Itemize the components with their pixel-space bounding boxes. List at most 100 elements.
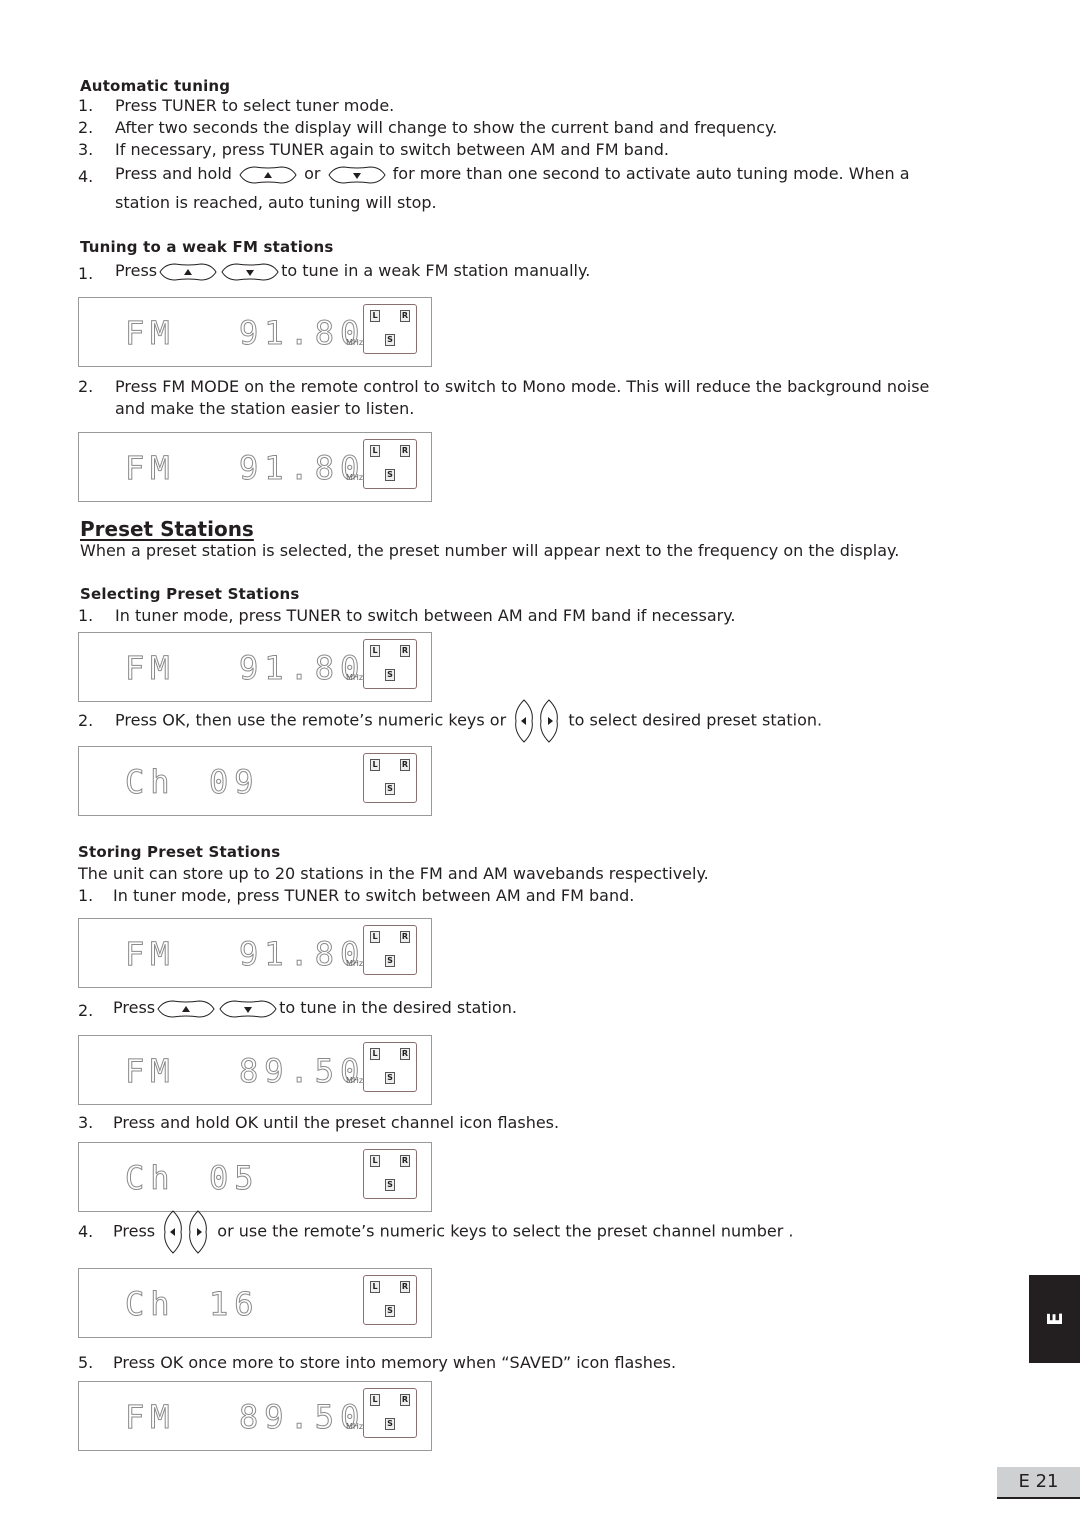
step-number: 3. [78,140,94,159]
step-text: In tuner mode, press TUNER to switch bet… [113,886,635,905]
step-text-post: to tune in a weak FM station manually. [281,261,591,280]
step-number: 3. [78,1113,94,1132]
lcd-display: Ch 05 L RS [78,1142,432,1212]
stereo-indicator-icon: S [385,469,395,481]
stereo-indicator-icon: S [385,1305,395,1317]
lcd-band: FM [125,1398,176,1437]
left-indicator-icon: L [370,310,380,322]
step-text-post: to select desired preset station. [568,710,823,730]
step-text: Press and hold OK until the preset chann… [113,1113,560,1132]
lcd-display: FM 91.80 MHz LRS [78,918,432,988]
language-tab: E [1029,1275,1080,1363]
stereo-indicator: L RS [363,639,417,689]
up-button-icon [157,262,219,282]
stereo-indicator-icon: S [385,1418,395,1430]
lcd-display: FM 91.80 MHz LRS [78,297,432,367]
step-text: Press FM MODE on the remote control to s… [115,377,930,396]
step-text-pre: Press [115,261,158,280]
lcd-band: FM [125,1052,176,1091]
lcd-display: FM 89.50 MHz LRS [78,1381,432,1451]
stereo-indicator: L RS [363,1149,417,1199]
right-indicator-icon: R [400,445,410,457]
stereo-indicator-icon: S [385,669,395,681]
step-number: 5. [78,1353,94,1372]
right-indicator-icon: R [400,1155,410,1167]
lcd-band: FM [125,314,176,353]
page-number: E 21 [997,1467,1080,1499]
right-indicator-icon: R [400,931,410,943]
selecting-preset-heading: Selecting Preset Stations [80,585,300,603]
stereo-indicator: L RS [363,304,417,354]
lcd-unit: MHz [346,338,364,347]
step-number: 2. [78,711,94,730]
lcd-unit: MHz [346,959,364,968]
lcd-value: 05 [209,1159,260,1198]
down-button-icon [217,999,279,1019]
step-number: 4. [78,1222,94,1241]
step-text: Press and hold or for more than one seco… [115,164,910,185]
step-number: 2. [78,118,94,137]
step-text-post: for more than one second to activate aut… [392,164,910,183]
lcd-value: 16 [209,1285,260,1324]
lcd-display: FM 89.50 MHz LRS [78,1035,432,1105]
step-text: If necessary, press TUNER again to switc… [115,140,669,159]
step-text: Press to tune in a weak FM station manual… [115,261,590,282]
stereo-indicator: L RS [363,1275,417,1325]
left-indicator-icon: L [370,1281,380,1293]
step-number: 1. [78,606,94,625]
stereo-indicator-icon: S [385,334,395,346]
left-indicator-icon: L [370,1394,380,1406]
lcd-band: Ch [125,763,176,802]
left-indicator-icon: L [370,445,380,457]
right-indicator-icon: R [400,1281,410,1293]
stereo-indicator: L RS [363,1042,417,1092]
lcd-band: FM [125,449,176,488]
down-button-icon [219,262,281,282]
stereo-indicator-icon: S [385,955,395,967]
step-text-continued: station is reached, auto tuning will sto… [115,193,437,212]
stereo-indicator: L RS [363,1388,417,1438]
preset-stations-title: Preset Stations [80,517,254,541]
step-number: 1. [78,96,94,115]
step-text: Press or use the remote’s numeric keys t… [113,1209,794,1255]
storing-intro: The unit can store up to 20 stations in … [78,864,709,883]
automatic-tuning-heading: Automatic tuning [80,77,231,95]
left-indicator-icon: L [370,645,380,657]
right-indicator-icon: R [400,645,410,657]
stereo-indicator: L RS [363,439,417,489]
stereo-indicator-icon: S [385,783,395,795]
up-button-icon [155,999,217,1019]
stereo-indicator: L RS [363,925,417,975]
lcd-unit: MHz [346,673,364,682]
step-number: 2. [78,377,94,396]
stereo-indicator-icon: S [385,1072,395,1084]
language-tab-label: E [1042,1312,1067,1326]
step-text-pre: Press and hold [115,164,232,183]
stereo-indicator-icon: S [385,1179,395,1191]
step-number: 2. [78,1001,94,1020]
preset-intro: When a preset station is selected, the p… [80,541,900,560]
right-indicator-icon: R [400,759,410,771]
stereo-indicator: L RS [363,753,417,803]
step-text: Press TUNER to select tuner mode. [115,96,395,115]
left-right-buttons-icon [511,698,563,744]
lcd-display: FM 91.80 MHz LRS [78,632,432,702]
weak-fm-heading: Tuning to a weak FM stations [80,238,334,256]
right-indicator-icon: R [400,1394,410,1406]
step-number: 1. [78,886,94,905]
up-button-icon [237,165,299,185]
lcd-unit: MHz [346,473,364,482]
step-text-pre: Press [113,998,156,1017]
step-text-post: to tune in the desired station. [279,998,517,1017]
step-text-continued: and make the station easier to listen. [115,399,415,418]
step-text: In tuner mode, press TUNER to switch bet… [115,606,736,625]
lcd-unit: MHz [346,1076,364,1085]
step-text-mid: or [304,164,321,183]
step-number: 4. [78,167,94,186]
lcd-band: FM [125,935,176,974]
down-button-icon [326,165,388,185]
step-text: Press OK, then use the remote’s numeric … [115,698,822,744]
lcd-band: Ch [125,1159,176,1198]
right-indicator-icon: R [400,1048,410,1060]
left-indicator-icon: L [370,1048,380,1060]
